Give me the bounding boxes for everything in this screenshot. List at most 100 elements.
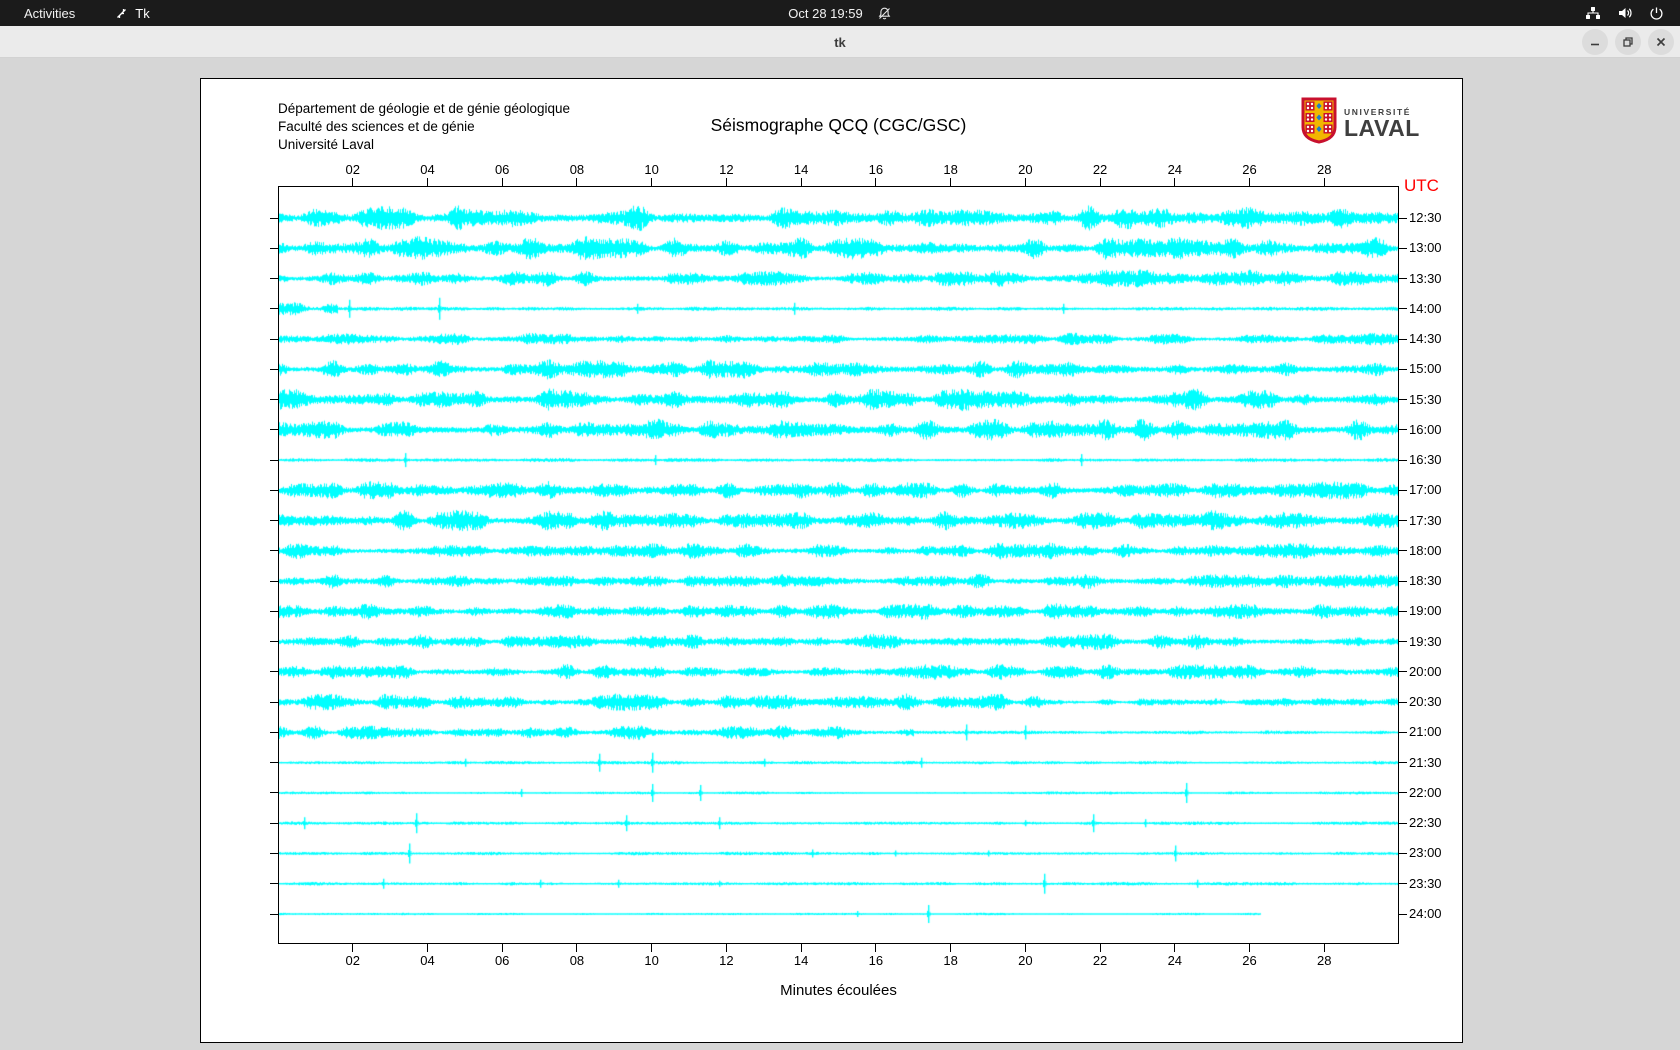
x-tick-mark [502,944,503,952]
utc-tick-mark [1399,218,1407,219]
window-titlebar[interactable]: tk [0,26,1680,58]
x-axis-title: Minutes écoulées [278,982,1399,999]
x-tick-label: 26 [1233,953,1267,968]
x-tick-mark [1025,178,1026,186]
utc-tick-mark [1399,853,1407,854]
utc-tick-mark [270,792,278,793]
seismograph-canvas: Département de géologie et de génie géol… [200,78,1463,1043]
focused-app-indicator[interactable]: Tk [115,6,149,21]
utc-tick-mark [1399,581,1407,582]
utc-tick-mark [270,762,278,763]
x-tick-mark [801,178,802,186]
x-tick-mark [1025,944,1026,952]
power-icon [1649,6,1664,21]
x-tick-mark [427,178,428,186]
utc-tick-label: 13:30 [1409,271,1442,287]
utc-tick-mark [1399,278,1407,279]
utc-tick-mark [270,520,278,521]
x-tick-label: 10 [635,162,669,177]
utc-tick-label: 23:00 [1409,845,1442,861]
utc-tick-label: 22:30 [1409,815,1442,831]
x-tick-label: 24 [1158,162,1192,177]
activities-button[interactable]: Activities [18,4,81,23]
window-title: tk [0,26,1680,58]
utc-tick-mark [270,550,278,551]
x-tick-label: 20 [1008,162,1042,177]
x-tick-label: 10 [635,953,669,968]
x-tick-mark [1174,178,1175,186]
x-tick-label: 18 [934,162,968,177]
x-tick-mark [726,178,727,186]
utc-tick-mark [1399,308,1407,309]
utc-tick-label: 16:30 [1409,452,1442,468]
utc-tick-label: 15:30 [1409,392,1442,408]
utc-tick-mark [270,429,278,430]
utc-tick-mark [270,490,278,491]
x-tick-label: 06 [485,162,519,177]
x-tick-label: 28 [1307,953,1341,968]
x-tick-mark [352,178,353,186]
utc-tick-mark [270,914,278,915]
utc-tick-mark [270,278,278,279]
focused-app-name: Tk [135,6,149,21]
utc-tick-label: 23:30 [1409,876,1442,892]
utc-tick-mark [1399,490,1407,491]
minimize-button[interactable] [1582,29,1608,55]
utc-tick-mark [270,853,278,854]
x-tick-label: 12 [709,953,743,968]
plot-frame [278,186,1399,944]
x-tick-mark [1249,944,1250,952]
laval-shield-icon [1301,97,1337,149]
utc-tick-label: 16:00 [1409,422,1442,438]
utc-tick-mark [1399,671,1407,672]
utc-tick-label: 17:30 [1409,513,1442,529]
utc-tick-mark [270,308,278,309]
utc-tick-label: 19:30 [1409,634,1442,650]
utc-tick-mark [270,883,278,884]
laval-logo: UNIVERSITÉ LAVAL [1301,97,1420,149]
x-tick-label: 22 [1083,162,1117,177]
x-tick-label: 16 [859,953,893,968]
utc-tick-mark [1399,883,1407,884]
clock[interactable]: Oct 28 19:59 [788,6,862,21]
x-tick-label: 28 [1307,162,1341,177]
volume-icon [1617,6,1633,20]
utc-tick-mark [270,218,278,219]
plot-title: Séismographe QCQ (CGC/GSC) [278,115,1399,136]
system-status-area[interactable] [1585,6,1680,21]
utc-tick-mark [1399,550,1407,551]
utc-tick-mark [270,248,278,249]
tk-feather-icon [115,7,128,20]
x-tick-mark [1324,944,1325,952]
utc-tick-mark [1399,369,1407,370]
x-tick-label: 04 [410,953,444,968]
utc-tick-mark [270,732,278,733]
utc-tick-mark [1399,914,1407,915]
utc-tick-mark [270,641,278,642]
utc-tick-mark [270,339,278,340]
x-tick-mark [651,178,652,186]
utc-tick-label: 22:00 [1409,785,1442,801]
x-tick-label: 06 [485,953,519,968]
network-icon [1585,6,1601,20]
laval-wordmark: UNIVERSITÉ LAVAL [1344,107,1420,139]
utc-tick-label: 24:00 [1409,906,1442,922]
institution-line: Université Laval [278,136,570,154]
x-tick-label: 24 [1158,953,1192,968]
utc-tick-mark [270,581,278,582]
utc-tick-label: 21:00 [1409,724,1442,740]
utc-tick-mark [1399,339,1407,340]
bell-muted-icon[interactable] [877,6,892,21]
x-tick-label: 14 [784,953,818,968]
utc-tick-label: 15:00 [1409,361,1442,377]
x-tick-mark [502,178,503,186]
x-tick-mark [801,944,802,952]
utc-tick-mark [1399,641,1407,642]
x-tick-mark [950,944,951,952]
utc-tick-mark [1399,702,1407,703]
close-button[interactable] [1648,29,1674,55]
x-tick-mark [1249,178,1250,186]
utc-tick-label: 17:00 [1409,482,1442,498]
restore-button[interactable] [1615,29,1641,55]
x-tick-mark [1324,178,1325,186]
